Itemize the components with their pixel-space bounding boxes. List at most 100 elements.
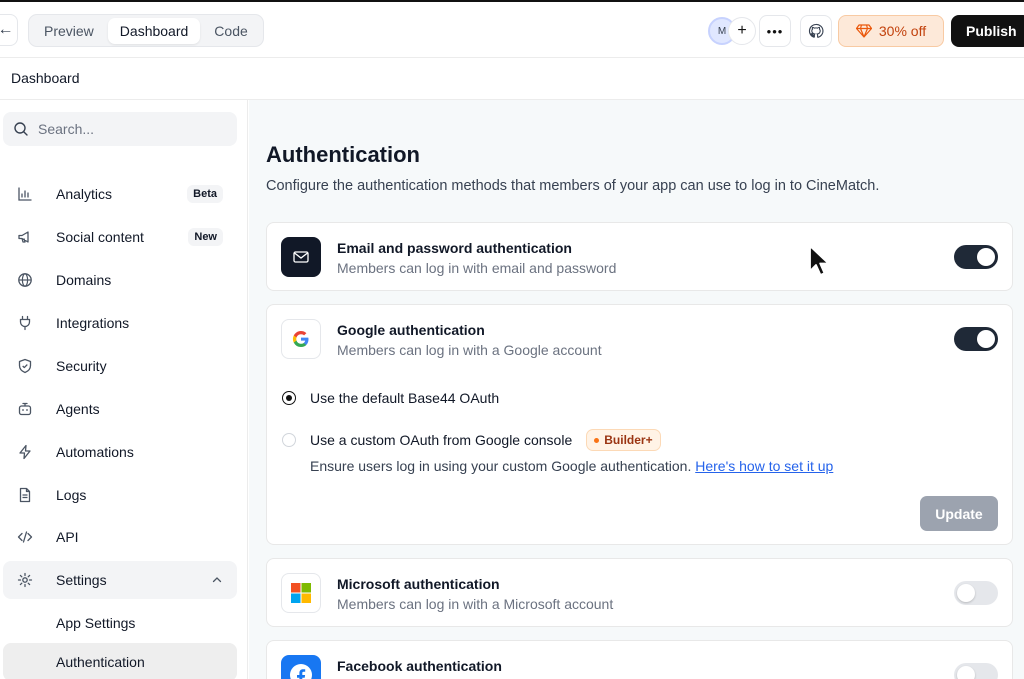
lightning-icon (19, 444, 31, 460)
sidebar-item-settings[interactable]: Settings (3, 561, 237, 599)
facebook-auth-card: Facebook authentication (266, 640, 1013, 679)
sidebar-item-label: Automations (56, 444, 134, 460)
facebook-auth-toggle[interactable] (954, 663, 998, 679)
mode-tabs: Preview Dashboard Code (28, 14, 264, 47)
sidebar-item-api[interactable]: API (3, 518, 237, 556)
bot-icon (18, 402, 32, 416)
back-button[interactable]: ← (0, 14, 18, 46)
gear-icon (17, 572, 33, 588)
sidebar-item-automations[interactable]: Automations (3, 433, 237, 471)
provider-title: Facebook authentication (337, 658, 502, 674)
search-input[interactable] (38, 121, 218, 137)
toggle-knob (957, 666, 975, 679)
page-description: Configure the authentication methods tha… (266, 178, 880, 194)
sidebar-item-label: API (56, 529, 79, 545)
code-icon (17, 531, 33, 543)
setup-guide-link[interactable]: Here's how to set it up (695, 458, 833, 474)
custom-oauth-option[interactable]: Use a custom OAuth from Google console B… (282, 429, 661, 451)
microsoft-auth-card: Microsoft authentication Members can log… (266, 558, 1013, 627)
facebook-provider-icon (281, 655, 321, 679)
github-button[interactable] (800, 15, 832, 47)
custom-oauth-label: Use a custom OAuth from Google console (310, 432, 573, 448)
chevron-up-icon (212, 577, 222, 583)
sidebar: Analytics Beta Social content New Domain… (0, 100, 248, 679)
globe-icon (18, 273, 32, 287)
plus-icon: + (737, 22, 747, 39)
tab-code[interactable]: Code (202, 18, 259, 44)
plan-badge-label: Builder+ (604, 433, 653, 447)
beta-badge: Beta (187, 185, 223, 203)
sidebar-item-label: App Settings (56, 615, 136, 631)
microsoft-provider-icon (281, 573, 321, 613)
email-auth-card: Email and password authentication Member… (266, 222, 1013, 291)
sidebar-item-label: Settings (56, 572, 107, 588)
breadcrumb[interactable]: Dashboard (11, 70, 80, 86)
default-oauth-label: Use the default Base44 OAuth (310, 390, 500, 406)
diamond-icon (855, 24, 872, 38)
top-bar: ← Preview Dashboard Code M + ••• 30% off… (0, 0, 1024, 58)
search-box (3, 112, 237, 146)
builder-plan-badge: Builder+ (586, 429, 661, 451)
microsoft-auth-toggle[interactable] (954, 581, 998, 605)
mouse-cursor-icon (809, 245, 830, 276)
provider-title: Email and password authentication (337, 240, 572, 256)
provider-title: Microsoft authentication (337, 576, 500, 592)
sidebar-item-integrations[interactable]: Integrations (3, 304, 237, 342)
facebook-logo-icon (290, 664, 312, 679)
discount-label: 30% off (878, 23, 927, 39)
sidebar-item-analytics[interactable]: Analytics Beta (3, 175, 237, 213)
document-icon (19, 487, 31, 503)
sidebar-item-label: Agents (56, 401, 100, 417)
sidebar-item-security[interactable]: Security (3, 347, 237, 385)
default-oauth-option[interactable]: Use the default Base44 OAuth (282, 390, 499, 406)
plug-icon (19, 315, 31, 331)
publish-button[interactable]: Publish (951, 15, 1024, 47)
new-badge: New (188, 228, 223, 246)
bar-chart-icon (18, 187, 32, 201)
sidebar-subitem-app-settings[interactable]: App Settings (3, 604, 237, 642)
tab-preview[interactable]: Preview (32, 18, 106, 44)
shield-icon (18, 358, 32, 374)
help-text: Ensure users log in using your custom Go… (310, 458, 692, 474)
badge-dot (594, 437, 600, 443)
email-provider-icon (281, 237, 321, 277)
megaphone-icon (18, 231, 29, 243)
update-button[interactable]: Update (920, 496, 998, 531)
google-logo-icon (292, 330, 309, 348)
breadcrumb-bar: Dashboard (0, 58, 1024, 100)
sidebar-item-label: Authentication (56, 654, 145, 670)
sidebar-item-label: Security (56, 358, 107, 374)
mail-icon (293, 251, 309, 263)
provider-subtitle: Members can log in with a Microsoft acco… (337, 596, 614, 612)
provider-title: Google authentication (337, 322, 485, 338)
custom-oauth-radio[interactable] (282, 433, 296, 447)
arrow-left-icon: ← (0, 21, 14, 38)
custom-oauth-help: Ensure users log in using your custom Go… (310, 458, 833, 474)
toggle-knob (977, 248, 995, 266)
add-collaborator-button[interactable]: + (728, 17, 756, 45)
provider-subtitle: Members can log in with a Google account (337, 342, 602, 358)
sidebar-item-logs[interactable]: Logs (3, 476, 237, 514)
tab-dashboard[interactable]: Dashboard (107, 17, 201, 44)
more-horizontal-icon: ••• (766, 23, 784, 39)
sidebar-item-domains[interactable]: Domains (3, 261, 237, 299)
search-icon (14, 122, 28, 136)
provider-subtitle: Members can log in with email and passwo… (337, 260, 617, 276)
google-auth-card: Google authentication Members can log in… (266, 304, 1013, 545)
sidebar-item-label: Analytics (56, 186, 113, 202)
default-oauth-radio[interactable] (282, 391, 296, 405)
discount-button[interactable]: 30% off (838, 15, 944, 47)
sidebar-item-social-content[interactable]: Social content New (3, 218, 237, 256)
google-auth-toggle[interactable] (954, 327, 998, 351)
sidebar-subitem-authentication[interactable]: Authentication (3, 643, 237, 679)
sidebar-item-label: Logs (56, 487, 87, 503)
sidebar-item-agents[interactable]: Agents (3, 390, 237, 428)
page-title: Authentication (266, 142, 420, 167)
sidebar-item-label: Domains (56, 272, 112, 288)
more-options-button[interactable]: ••• (759, 15, 791, 47)
email-auth-toggle[interactable] (954, 245, 998, 269)
toggle-knob (977, 330, 995, 348)
sidebar-item-label: Social content (56, 229, 144, 245)
main-content: Authentication Configure the authenticat… (249, 100, 1024, 679)
toggle-knob (957, 584, 975, 602)
